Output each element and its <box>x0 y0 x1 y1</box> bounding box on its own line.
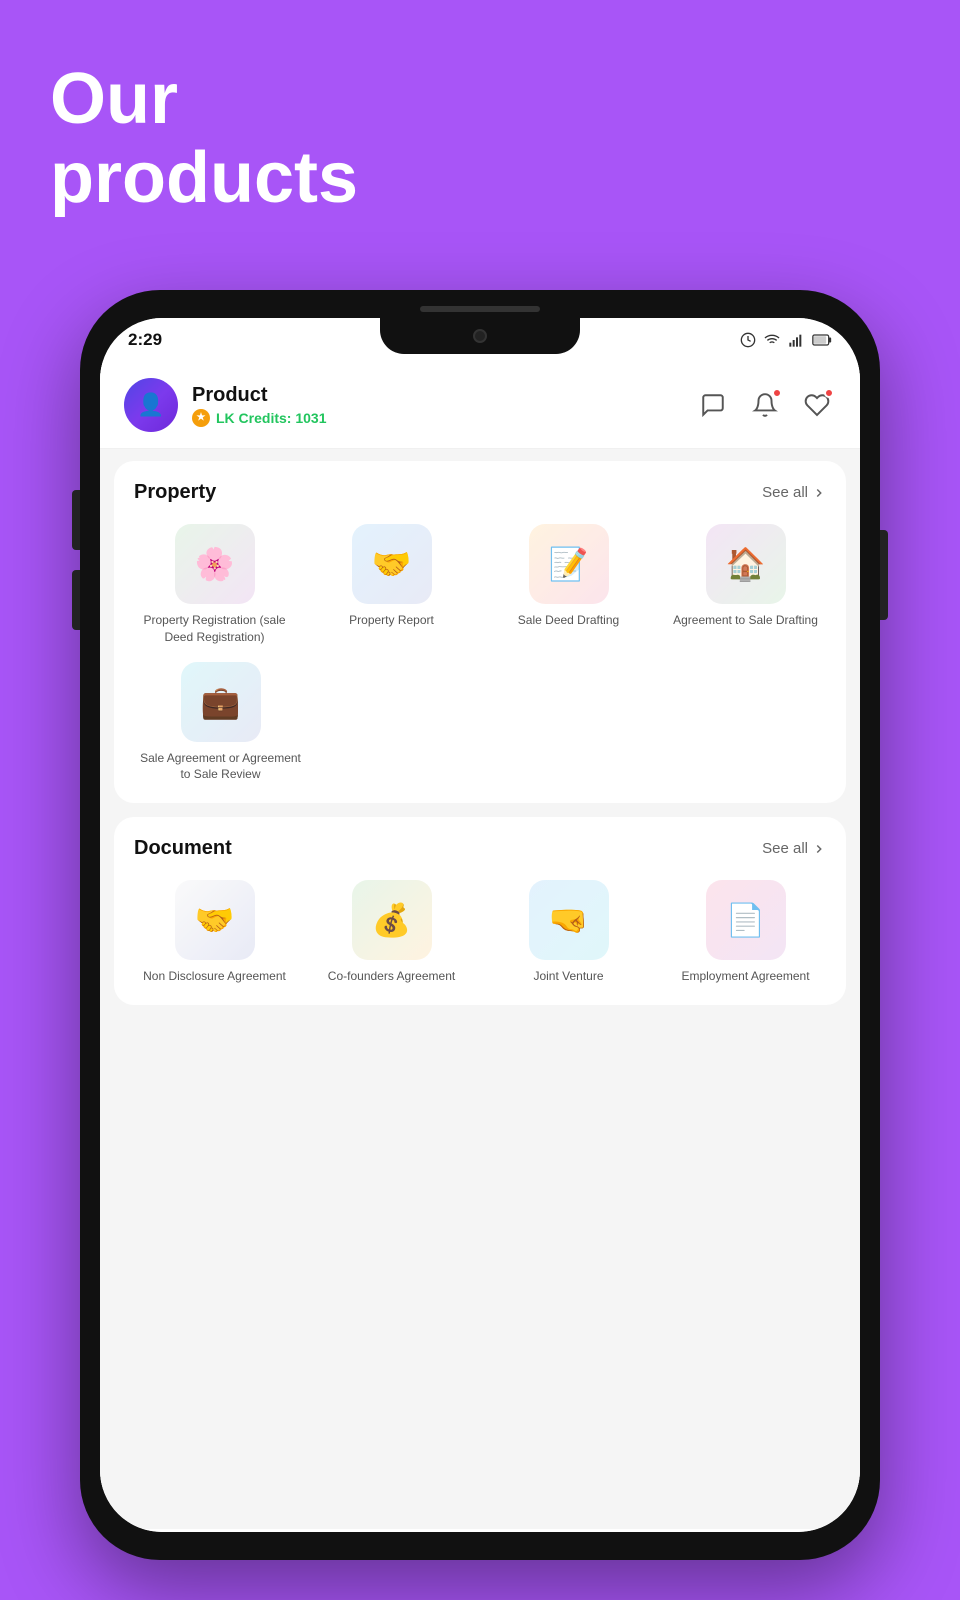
sale-deed-image: 📝 <box>529 524 609 604</box>
hero-heading: Our products <box>50 60 358 218</box>
header-credits: ★ LK Credits: 1031 <box>192 409 694 427</box>
product-label-sale-agreement: Sale Agreement or Agreement to Sale Revi… <box>134 750 307 784</box>
notch <box>380 318 580 354</box>
list-item[interactable]: 🏠 Agreement to Sale Drafting <box>665 524 826 646</box>
list-item[interactable]: 💰 Co-founders Agreement <box>311 880 472 985</box>
list-item[interactable]: 🤝 Property Report <box>311 524 472 646</box>
scroll-content[interactable]: Property See all 🌸 Property Registra <box>100 449 860 1529</box>
notifications-button[interactable] <box>746 386 784 424</box>
status-time: 2:29 <box>128 330 162 350</box>
avatar-image: 👤 <box>124 378 178 432</box>
property-section: Property See all 🌸 Property Registra <box>114 461 846 803</box>
property-row2: 💼 Sale Agreement or Agreement to Sale Re… <box>134 662 826 784</box>
agreement-image: 🏠 <box>706 524 786 604</box>
battery-icon <box>812 334 832 346</box>
cofounders-image: 💰 <box>352 880 432 960</box>
favorites-badge <box>824 388 834 398</box>
app-header: 👤 Product ★ LK Credits: 1031 <box>100 362 860 449</box>
product-label-nda: Non Disclosure Agreement <box>143 968 286 985</box>
property-section-header: Property See all <box>134 481 826 504</box>
chevron-right-icon <box>812 842 826 856</box>
document-see-all[interactable]: See all <box>762 840 826 857</box>
product-thumb-nda: 🤝 <box>175 880 255 960</box>
list-item[interactable]: 💼 Sale Agreement or Agreement to Sale Re… <box>134 662 307 784</box>
product-thumb-employment: 📄 <box>706 880 786 960</box>
property-report-image: 🤝 <box>352 524 432 604</box>
sale-agreement-image: 💼 <box>181 662 261 742</box>
product-label-sale-deed: Sale Deed Drafting <box>518 612 619 629</box>
product-label-agreement: Agreement to Sale Drafting <box>673 612 818 629</box>
camera-icon <box>473 329 487 343</box>
volume-up-button <box>72 490 80 550</box>
speaker-bar <box>420 306 540 312</box>
chevron-right-icon <box>812 486 826 500</box>
list-item[interactable]: 🤝 Non Disclosure Agreement <box>134 880 295 985</box>
clock-icon <box>740 332 756 348</box>
document-section: Document See all 🤝 Non Disclosure Ag <box>114 817 846 1005</box>
chat-button[interactable] <box>694 386 732 424</box>
property-reg-image: 🌸 <box>175 524 255 604</box>
notification-badge <box>772 388 782 398</box>
property-products-grid: 🌸 Property Registration (sale Deed Regis… <box>134 524 826 646</box>
product-thumb-agreement: 🏠 <box>706 524 786 604</box>
product-thumb-sale-agreement: 💼 <box>181 662 261 742</box>
hero-line2: products <box>50 138 358 218</box>
favorites-button[interactable] <box>798 386 836 424</box>
hero-line1: Our <box>50 59 178 139</box>
header-actions <box>694 386 836 424</box>
product-label-employment: Employment Agreement <box>681 968 809 985</box>
header-title: Product <box>192 384 694 407</box>
list-item[interactable]: 🤜 Joint Venture <box>488 880 649 985</box>
list-item[interactable]: 📄 Employment Agreement <box>665 880 826 985</box>
volume-down-button <box>72 570 80 630</box>
header-info: Product ★ LK Credits: 1031 <box>192 384 694 427</box>
avatar[interactable]: 👤 <box>124 378 178 432</box>
phone-screen: 2:29 <box>100 318 860 1532</box>
document-products-grid: 🤝 Non Disclosure Agreement 💰 Co-founders… <box>134 880 826 985</box>
joint-venture-image: 🤜 <box>529 880 609 960</box>
product-thumb-property-report: 🤝 <box>352 524 432 604</box>
status-icons <box>740 332 832 348</box>
product-thumb-sale-deed: 📝 <box>529 524 609 604</box>
credits-badge-icon: ★ <box>192 409 210 427</box>
signal-icon <box>788 332 804 348</box>
product-thumb-joint: 🤜 <box>529 880 609 960</box>
document-section-header: Document See all <box>134 837 826 860</box>
list-item[interactable]: 🌸 Property Registration (sale Deed Regis… <box>134 524 295 646</box>
product-thumb-property-reg: 🌸 <box>175 524 255 604</box>
power-button <box>880 530 888 620</box>
nda-image: 🤝 <box>175 880 255 960</box>
product-label-cofounders: Co-founders Agreement <box>328 968 455 985</box>
app-content: 👤 Product ★ LK Credits: 1031 <box>100 362 860 1532</box>
chat-icon <box>700 392 726 418</box>
product-label-joint: Joint Venture <box>533 968 603 985</box>
employment-image: 📄 <box>706 880 786 960</box>
product-label-property-report: Property Report <box>349 612 434 629</box>
property-see-all[interactable]: See all <box>762 484 826 501</box>
product-thumb-cofounders: 💰 <box>352 880 432 960</box>
phone-shell: 2:29 <box>80 290 880 1560</box>
list-item[interactable]: 📝 Sale Deed Drafting <box>488 524 649 646</box>
credits-text: LK Credits: 1031 <box>216 410 326 426</box>
document-section-title: Document <box>134 837 232 860</box>
property-section-title: Property <box>134 481 216 504</box>
product-label-property-reg: Property Registration (sale Deed Registr… <box>134 612 295 646</box>
wifi-icon <box>764 332 780 348</box>
